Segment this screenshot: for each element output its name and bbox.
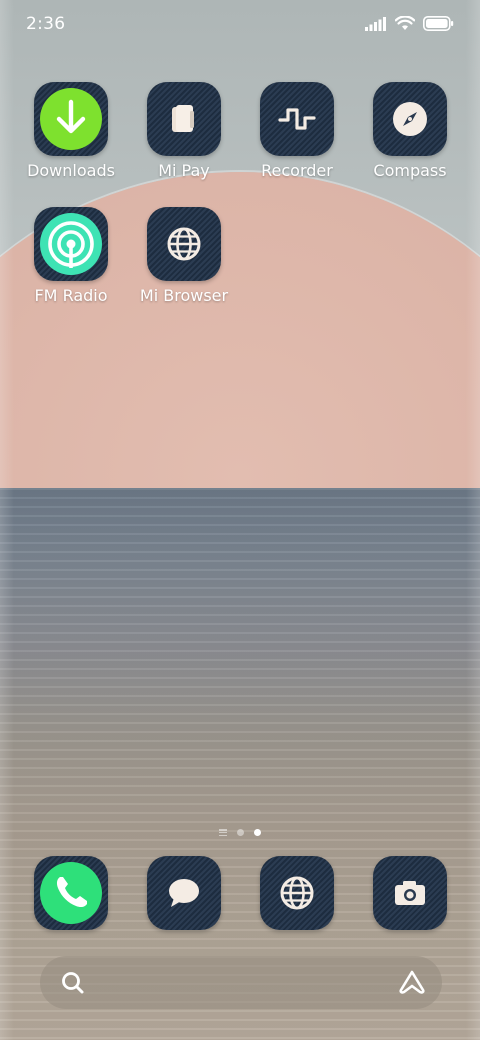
app-icon-compass[interactable] xyxy=(373,82,447,156)
assistant-icon[interactable] xyxy=(398,969,426,995)
feed-page-icon[interactable] xyxy=(219,829,227,836)
screen-edge-left xyxy=(0,0,14,1040)
globe-icon xyxy=(280,876,314,910)
search-icon[interactable] xyxy=(60,970,86,996)
phone-icon xyxy=(40,862,102,924)
app-downloads[interactable]: Downloads xyxy=(16,82,126,180)
app-icon-recorder[interactable] xyxy=(260,82,334,156)
app-label: Recorder xyxy=(261,161,333,180)
app-label: FM Radio xyxy=(34,286,108,305)
page-dot-active[interactable] xyxy=(254,829,261,836)
page-dot[interactable] xyxy=(237,829,244,836)
dock-camera[interactable] xyxy=(373,856,447,930)
dock-phone[interactable] xyxy=(34,856,108,930)
app-label: Mi Browser xyxy=(139,286,229,305)
compass-icon xyxy=(393,102,427,136)
search-bar[interactable] xyxy=(40,956,442,1009)
app-icon-downloads[interactable] xyxy=(34,82,108,156)
app-icon-mi-pay[interactable] xyxy=(147,82,221,156)
download-icon xyxy=(40,88,102,150)
app-label: Mi Pay xyxy=(158,161,210,180)
screen-edge-right xyxy=(466,0,480,1040)
page-indicator[interactable] xyxy=(0,829,480,836)
message-icon xyxy=(169,879,199,907)
app-mi-browser[interactable]: Mi Browser xyxy=(129,207,239,305)
camera-icon xyxy=(395,881,425,905)
wallet-icon xyxy=(172,105,194,132)
app-icon-fm-radio[interactable] xyxy=(34,207,108,281)
signal-icon xyxy=(365,16,386,31)
app-icon-mi-browser[interactable] xyxy=(147,207,221,281)
dock-messaging[interactable] xyxy=(147,856,221,930)
status-bar: 2:36 xyxy=(0,0,480,50)
app-fm-radio[interactable]: FM Radio xyxy=(16,207,126,305)
app-label: Downloads xyxy=(27,161,115,180)
app-compass[interactable]: Compass xyxy=(355,82,465,180)
app-mi-pay[interactable]: Mi Pay xyxy=(129,82,239,180)
status-icons xyxy=(365,16,454,31)
app-recorder[interactable]: Recorder xyxy=(242,82,352,180)
app-label: Compass xyxy=(373,161,447,180)
waveform-icon xyxy=(278,108,316,130)
globe-icon xyxy=(167,227,201,261)
dock-browser[interactable] xyxy=(260,856,334,930)
wifi-icon xyxy=(395,16,415,30)
status-time: 2:36 xyxy=(26,14,66,34)
battery-icon xyxy=(423,16,454,31)
radio-icon xyxy=(40,213,102,275)
